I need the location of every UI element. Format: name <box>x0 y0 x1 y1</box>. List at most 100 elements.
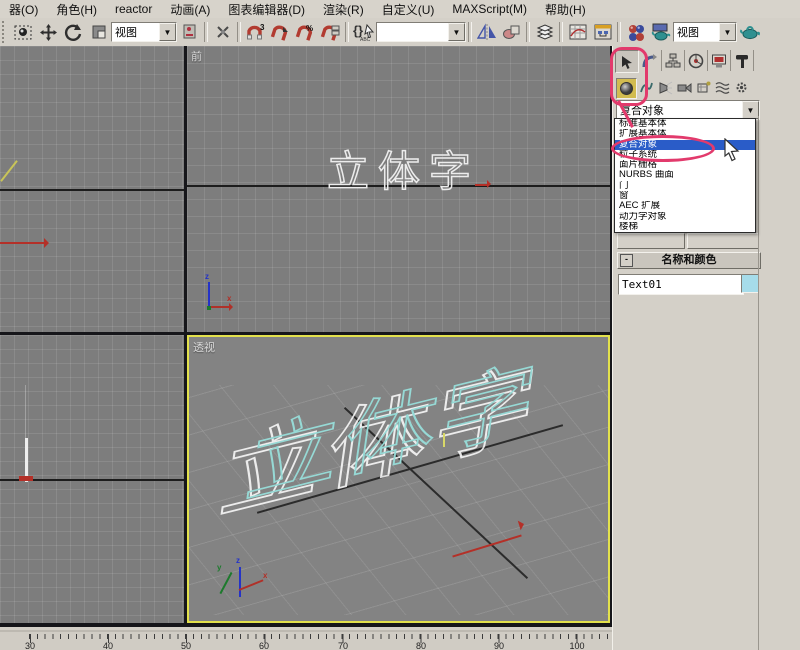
3dsmax-window: 器(O) 角色(H) reactor 动画(A) 图表编辑器(D) 渲染(R) … <box>0 0 800 650</box>
tab-utilities[interactable] <box>731 50 754 71</box>
panel-edge <box>758 116 759 650</box>
curve-editor-icon[interactable] <box>565 21 590 44</box>
category-space-warps[interactable] <box>713 78 732 97</box>
tripod-y-label: y <box>217 563 221 572</box>
name-color-rollout-title: 名称和颜色 <box>662 254 717 266</box>
combo-arrow-icon[interactable]: ▼ <box>448 23 465 41</box>
toolbar-grip[interactable] <box>2 21 9 43</box>
toolbar-separator <box>237 22 241 42</box>
toolbar-separator <box>617 22 621 42</box>
combo-arrow-icon[interactable]: ▼ <box>159 23 176 41</box>
dropdown-item-windows[interactable]: 窗 <box>615 191 755 201</box>
svg-text:{}: {} <box>353 23 363 38</box>
use-center-icon[interactable] <box>177 21 202 44</box>
tripod-z-label: z <box>205 272 209 281</box>
yellow-tick <box>443 433 445 447</box>
viewport-left[interactable] <box>0 335 184 623</box>
category-helpers[interactable] <box>694 78 713 97</box>
rollout-collapse-button[interactable]: - <box>620 254 633 267</box>
move-icon[interactable] <box>36 21 61 44</box>
toolbar-separator <box>345 22 349 42</box>
angle-snap-icon[interactable] <box>268 21 293 44</box>
object-color-swatch[interactable] <box>741 274 759 293</box>
name-color-rollout-header[interactable]: - 名称和颜色 <box>617 252 761 269</box>
menu-modifiers[interactable]: 器(O) <box>0 0 47 19</box>
menu-animation[interactable]: 动画(A) <box>161 0 219 19</box>
tab-hierarchy[interactable] <box>662 50 685 71</box>
tab-motion[interactable] <box>685 50 708 71</box>
menu-customize[interactable]: 自定义(U) <box>373 0 444 19</box>
dropdown-item-nurbs-surfaces[interactable]: NURBS 曲面 <box>615 170 755 180</box>
ruler-number: 30 <box>18 641 42 650</box>
mirror-icon[interactable] <box>474 21 499 44</box>
tripod-z-axis <box>208 282 210 308</box>
dropdown-item-stairs[interactable]: 楼梯 <box>615 222 755 232</box>
mouse-cursor <box>723 138 740 162</box>
menu-maxscript[interactable]: MAXScript(M) <box>443 1 536 17</box>
text-object-front[interactable]: 立体字 <box>327 138 480 199</box>
category-cameras[interactable] <box>675 78 694 97</box>
layers-icon[interactable] <box>532 21 557 44</box>
viewport-top[interactable] <box>0 46 184 332</box>
rotate-icon[interactable] <box>61 21 86 44</box>
schematic-view-icon[interactable] <box>590 21 615 44</box>
dropdown-item-standard-primitives[interactable]: 标准基本体 <box>615 119 755 129</box>
dropdown-item-dynamics-objects[interactable]: 动力学对象 <box>615 212 755 222</box>
edit-named-selections-icon[interactable]: {}ABC <box>351 21 376 44</box>
toolbar-separator <box>526 22 530 42</box>
quick-render-icon[interactable] <box>737 21 762 44</box>
viewport-front[interactable]: 前 立体字 z x <box>187 46 610 332</box>
menu-reactor[interactable]: reactor <box>106 1 161 17</box>
ruler-number: 100 <box>565 641 589 650</box>
viewport-front-label[interactable]: 前 <box>191 48 202 64</box>
combo-arrow-icon[interactable]: ▼ <box>719 23 736 41</box>
menu-character[interactable]: 角色(H) <box>47 0 106 19</box>
ruler-number: 80 <box>409 641 433 650</box>
dropdown-item-aec-extended[interactable]: AEC 扩展 <box>615 201 755 211</box>
ruler-ticks <box>0 634 612 644</box>
x-axis-arrowhead <box>44 238 54 248</box>
combo-arrow-icon[interactable]: ▼ <box>742 101 759 119</box>
gizmo-x-arrowhead <box>487 180 495 188</box>
menu-bar: 器(O) 角色(H) reactor 动画(A) 图表编辑器(D) 渲染(R) … <box>0 0 800 18</box>
category-systems[interactable] <box>732 78 751 97</box>
menu-graph-editors[interactable]: 图表编辑器(D) <box>219 0 314 19</box>
main-toolbar: 视图 ▼ 3 % {}ABC ▼ <box>0 18 800 47</box>
percent-snap-icon[interactable]: % <box>293 21 318 44</box>
snap-toggle-3d-icon[interactable]: 3 <box>243 21 268 44</box>
menu-rendering[interactable]: 渲染(R) <box>314 0 373 19</box>
svg-text:%: % <box>306 24 313 33</box>
viewport-perspective-label[interactable]: 透视 <box>193 339 215 355</box>
track-bar-ruler[interactable]: 30 40 50 60 70 80 90 100 <box>0 630 612 650</box>
named-selection-combo[interactable]: ▼ <box>376 22 466 42</box>
tripod-x-label: x <box>263 571 267 580</box>
align-icon[interactable] <box>499 21 524 44</box>
annotation-ellipse-compound-objects <box>611 135 715 162</box>
ruler-number: 50 <box>174 641 198 650</box>
reference-coordinate-value: 视图 <box>112 24 159 40</box>
svg-text:3: 3 <box>260 23 265 32</box>
render-view-combo[interactable]: 视图 ▼ <box>673 22 737 42</box>
tab-display[interactable] <box>708 50 731 71</box>
object-name-field[interactable] <box>618 274 744 295</box>
viewport-perspective[interactable]: 透视 立体字 立体字 z x y <box>187 335 610 623</box>
render-setup-icon[interactable] <box>648 21 673 44</box>
material-editor-icon[interactable] <box>623 21 648 44</box>
object-type-button-fragment[interactable] <box>687 233 759 249</box>
manipulate-icon[interactable] <box>210 21 235 44</box>
tripod-x-arrowhead <box>229 303 237 311</box>
toolbar-separator <box>559 22 563 42</box>
spinner-snap-icon[interactable] <box>318 21 343 44</box>
reference-coordinate-combo[interactable]: 视图 ▼ <box>111 22 177 42</box>
category-lights[interactable] <box>656 78 675 97</box>
select-region-icon[interactable] <box>11 21 36 44</box>
render-view-value: 视图 <box>674 24 719 40</box>
tripod-x-label: x <box>227 294 231 303</box>
dropdown-item-doors[interactable]: 门 <box>615 181 755 191</box>
object-type-button-fragment[interactable] <box>617 233 685 249</box>
tripod-y-axis <box>207 306 211 310</box>
scale-icon[interactable] <box>86 21 111 44</box>
ruler-number: 60 <box>252 641 276 650</box>
menu-help[interactable]: 帮助(H) <box>536 0 595 19</box>
toolbar-separator <box>468 22 472 42</box>
